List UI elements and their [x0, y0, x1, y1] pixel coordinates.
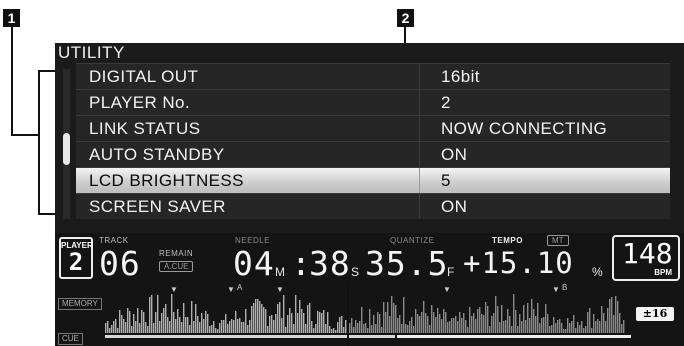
- menu-item-lcd-brightness[interactable]: LCD BRIGHTNESS 5: [76, 167, 670, 193]
- bpm-value: 148: [622, 237, 673, 270]
- menu-item-label: LINK STATUS: [89, 119, 201, 138]
- callout-2: 2: [397, 9, 414, 27]
- menu-item-value: 16bit: [441, 67, 480, 86]
- divider: [419, 90, 420, 115]
- mt-label: MT: [547, 235, 569, 246]
- utility-menu: DIGITAL OUT 16bit PLAYER No. 2 LINK STAT…: [76, 63, 670, 219]
- acue-label: A.CUE: [159, 261, 194, 272]
- time-minutes: 04: [233, 244, 275, 283]
- menu-scroll-thumb[interactable]: [63, 133, 70, 165]
- remain-label: REMAIN: [159, 249, 194, 258]
- memory-tag: MEMORY: [58, 298, 102, 310]
- bpm-display: 148 BPM: [612, 235, 680, 281]
- utility-title: UTILITY: [58, 43, 125, 62]
- menu-item-screen-saver[interactable]: SCREEN SAVER ON: [76, 193, 670, 219]
- bpm-label: BPM: [654, 268, 672, 277]
- status-strip: PLAYER 2 TRACK 06 REMAIN A.CUE NEEDLE 04…: [55, 233, 684, 346]
- tempo-unit: %: [592, 265, 603, 279]
- callout-1: 1: [3, 9, 20, 27]
- menu-item-label: DIGITAL OUT: [89, 67, 199, 86]
- divider: [419, 194, 420, 219]
- tempo-range-badge: ±16: [636, 307, 674, 321]
- menu-item-digital-out[interactable]: DIGITAL OUT 16bit: [76, 63, 670, 89]
- divider: [419, 64, 420, 89]
- seconds-unit: S: [351, 265, 360, 279]
- waveform[interactable]: [105, 291, 631, 343]
- callout-1-leader: [11, 134, 39, 136]
- menu-item-label: AUTO STANDBY: [89, 145, 225, 164]
- time-frames: 35.5: [365, 244, 449, 283]
- tempo-value: +15.10: [463, 246, 574, 280]
- menu-item-label: SCREEN SAVER: [89, 197, 226, 216]
- callout-1-leader: [11, 27, 13, 135]
- divider: [419, 116, 420, 141]
- tempo-label: TEMPO: [492, 236, 523, 245]
- menu-item-link-status[interactable]: LINK STATUS NOW CONNECTING: [76, 115, 670, 141]
- cue-tag: CUE: [58, 333, 83, 345]
- menu-item-value: 2: [441, 93, 451, 112]
- divider: [419, 168, 420, 193]
- menu-bracket: [38, 70, 40, 215]
- player-badge: PLAYER 2: [59, 237, 93, 279]
- lcd-display: UTILITY DIGITAL OUT 16bit PLAYER No. 2 L…: [55, 43, 684, 346]
- minutes-unit: M: [275, 265, 285, 279]
- menu-item-value: NOW CONNECTING: [441, 119, 608, 138]
- frames-unit: F: [447, 265, 455, 279]
- needle-position-line: [347, 285, 349, 346]
- menu-item-auto-standby[interactable]: AUTO STANDBY ON: [76, 141, 670, 167]
- track-number: 06: [99, 244, 141, 283]
- menu-item-player-no[interactable]: PLAYER No. 2: [76, 89, 670, 115]
- player-number: 2: [68, 248, 84, 276]
- menu-item-value: 5: [441, 171, 451, 190]
- time-seconds: 38: [309, 244, 351, 283]
- menu-item-label: PLAYER No.: [89, 93, 191, 112]
- menu-item-value: ON: [441, 145, 468, 164]
- menu-item-label: LCD BRIGHTNESS: [89, 171, 244, 190]
- menu-item-value: ON: [441, 197, 468, 216]
- divider: [419, 142, 420, 167]
